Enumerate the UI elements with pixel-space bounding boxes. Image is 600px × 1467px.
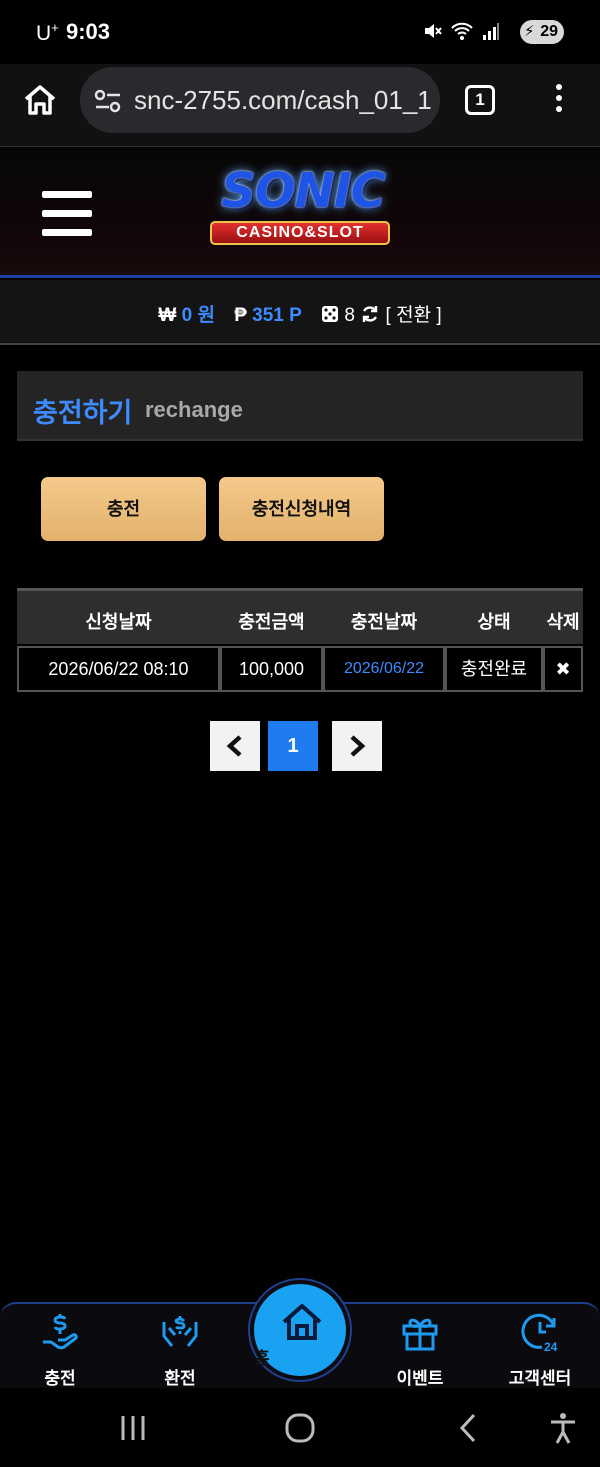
chip-count: 8 [344, 305, 355, 326]
balance-bar: ₩ 0 원 ₱ 351 P 8 [ 전환 ] [0, 280, 600, 345]
browser-toolbar: snc-2755.com/cash_01_1 1 [0, 64, 600, 146]
nav-event[interactable]: 이벤트 [365, 1304, 475, 1390]
svg-text:24: 24 [544, 1340, 558, 1352]
logo-sub-text: CASINO&SLOT [210, 221, 390, 245]
section-title-ko: 충전하기 [33, 398, 133, 428]
header-charge-date: 충전날짜 [350, 612, 418, 632]
cell-status: 충전완료 [445, 646, 543, 692]
status-bar: U+ 9:03 ⚡ 29 [0, 0, 600, 64]
browser-home-icon[interactable] [22, 82, 58, 118]
cell-amount: 100,000 [220, 646, 323, 692]
status-time: 9:03 [66, 19, 111, 44]
nav-home[interactable]: 홈 [250, 1280, 350, 1380]
hands-dollar-icon [162, 1316, 198, 1347]
header-delete: 삭제 [546, 612, 580, 632]
back-icon[interactable] [450, 1410, 486, 1446]
header-request-date: 신청날짜 [85, 612, 152, 632]
nav-charge-label: 충전 [44, 1369, 76, 1388]
refresh-icon[interactable] [360, 304, 380, 324]
cell-charge-date: 2026/06/22 [323, 646, 445, 692]
nav-event-label: 이벤트 [396, 1369, 444, 1388]
header-status: 상태 [477, 612, 511, 632]
wifi-icon [451, 23, 473, 41]
money-hand-icon [43, 1314, 78, 1350]
battery-indicator: ⚡ 29 [520, 20, 564, 44]
browser-menu-icon[interactable] [553, 84, 565, 118]
cell-request-date: 2026/06/22 08:10 [17, 646, 220, 692]
page-1-button[interactable]: 1 [268, 721, 318, 771]
gift-icon [402, 1318, 438, 1351]
chevron-left-icon [226, 735, 242, 757]
table-header: 신청날짜 충전금액 충전날짜 상태 삭제 [17, 588, 583, 644]
won-icon: ₩ [158, 305, 177, 326]
prev-page-button[interactable] [210, 721, 260, 771]
charge-history-button[interactable]: 충전신청내역 [219, 477, 384, 541]
section-title-en: rechange [145, 397, 243, 422]
site-logo[interactable]: SONIC CASINO&SLOT [178, 163, 428, 257]
header-amount: 충전금액 [238, 612, 305, 632]
dice-icon [322, 306, 339, 322]
logo-main-text: SONIC [221, 163, 386, 219]
next-page-button[interactable] [332, 721, 382, 771]
charge-button[interactable]: 충전 [41, 477, 206, 541]
table-row: 2026/06/22 08:10 100,000 2026/06/22 충전완료… [17, 646, 583, 694]
status-icons [422, 20, 500, 41]
url-text[interactable]: snc-2755.com/cash_01_1 [134, 85, 434, 116]
site-settings-icon[interactable] [94, 87, 122, 115]
signal-icon [483, 23, 499, 41]
point-balance: 351 P [252, 305, 302, 326]
support-24-icon: 24 [521, 1313, 558, 1352]
section-title: 충전하기 rechange [17, 371, 583, 441]
delete-icon[interactable]: ✖ [543, 646, 583, 692]
system-nav-bar [0, 1388, 600, 1467]
nav-exchange[interactable]: 환전 [125, 1304, 235, 1390]
site-header: SONIC CASINO&SLOT [0, 146, 600, 278]
charging-icon: ⚡ [524, 23, 535, 40]
switch-button[interactable]: [ 전환 ] [386, 305, 442, 326]
nav-support[interactable]: 24 고객센터 [485, 1304, 595, 1390]
mute-icon [424, 24, 442, 39]
nav-home-label: 홈 [254, 1349, 270, 1368]
nav-charge[interactable]: 충전 [5, 1304, 115, 1390]
hamburger-menu-icon[interactable] [42, 191, 92, 236]
nav-exchange-label: 환전 [164, 1369, 196, 1388]
nav-support-label: 고객센터 [508, 1369, 572, 1388]
won-balance: 0 원 [181, 305, 215, 326]
address-bar[interactable]: snc-2755.com/cash_01_1 [80, 67, 440, 133]
charge-history-table: 신청날짜 충전금액 충전날짜 상태 삭제 2026/06/22 08:10 10… [17, 588, 583, 694]
home-icon [282, 1304, 322, 1340]
system-home-icon[interactable] [282, 1410, 318, 1446]
chevron-right-icon [350, 735, 366, 757]
point-icon: ₱ [234, 305, 247, 326]
recent-apps-icon[interactable] [115, 1410, 151, 1446]
balance-summary: ₩ 0 원 ₱ 351 P 8 [ 전환 ] [0, 300, 600, 327]
accessibility-icon[interactable] [545, 1410, 581, 1446]
carrier-label: U+ [36, 20, 59, 45]
tab-switcher-button[interactable]: 1 [465, 85, 495, 115]
